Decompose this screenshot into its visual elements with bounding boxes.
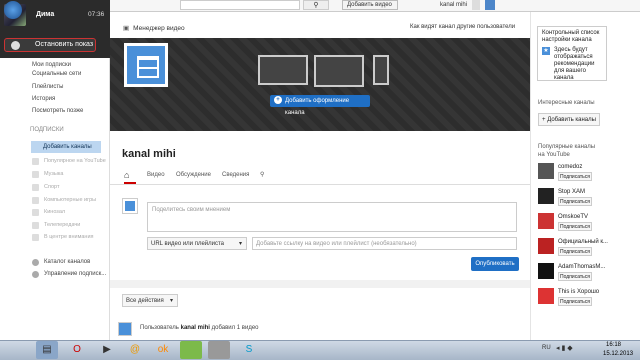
mail-agent-icon[interactable]: @ <box>124 341 146 359</box>
guide-link-social[interactable]: Социальные сети <box>32 71 81 77</box>
media-player-icon[interactable]: ▶ <box>96 341 118 359</box>
channel-tabs: ⌂ Видео Обсуждение Сведения ⚲ <box>110 165 530 185</box>
subscribe-button[interactable]: Подписаться <box>558 247 592 256</box>
top-user-name[interactable]: kanal mihi <box>440 2 467 8</box>
add-channel-art-button[interactable]: Добавить оформление канала <box>270 95 370 116</box>
subscribe-button[interactable]: Подписаться <box>558 272 592 281</box>
start-button[interactable] <box>4 1 22 19</box>
popular-channel: OmskoeTV Подписаться <box>538 213 628 235</box>
notifications-icon[interactable] <box>472 0 480 10</box>
stop-show-button[interactable]: Остановить показ <box>4 38 96 52</box>
guide-link-watch-later[interactable]: Посмотреть позже <box>32 108 83 114</box>
popular-channel: Stop ХАМ Подписаться <box>538 188 628 210</box>
view-as-link[interactable]: Как видят канал другие пользователи <box>410 24 515 30</box>
games-icon <box>32 197 39 204</box>
all-actions-select[interactable]: Все действия <box>122 294 178 307</box>
tab-videos[interactable]: Видео <box>147 172 165 178</box>
channel-name-link[interactable]: comedoz <box>558 164 582 170</box>
stop-show-label: Остановить показ <box>35 41 94 48</box>
search-icon: ⚲ <box>313 2 319 9</box>
tv-preview-icon <box>314 55 364 87</box>
clock-time[interactable]: 16:18 <box>606 342 621 348</box>
opera-icon[interactable]: O <box>66 341 88 359</box>
channel-thumb[interactable] <box>538 163 554 179</box>
mobile-preview-icon <box>373 55 389 85</box>
channel-name-link[interactable]: OmskoeTV <box>558 214 588 220</box>
gear-icon <box>32 271 39 278</box>
popular-channel: AdamThomasM... Подписаться <box>538 263 628 285</box>
top-avatar[interactable] <box>485 0 495 10</box>
feed-item-text: Пользователь kanal mihi добавил 1 видео <box>140 325 259 331</box>
feed-avatar <box>118 322 132 336</box>
tv-icon <box>32 222 39 229</box>
search-input[interactable] <box>180 0 300 10</box>
channel-thumb[interactable] <box>538 238 554 254</box>
language-indicator[interactable]: RU <box>542 345 551 351</box>
publish-button[interactable]: Опубликовать <box>471 257 519 271</box>
game-icon[interactable] <box>180 341 202 359</box>
tab-discussion[interactable]: Обсуждение <box>176 172 211 178</box>
feed-user-link[interactable]: kanal mihi <box>181 325 210 331</box>
search-button[interactable]: ⚲ <box>303 0 329 10</box>
channel-thumb[interactable] <box>538 263 554 279</box>
sport-icon <box>32 184 39 191</box>
interesting-add-button[interactable]: + Добавить каналы <box>538 113 600 126</box>
guide-link-subscriptions[interactable]: Мои подписки <box>32 62 71 68</box>
channel-icon[interactable] <box>124 43 168 87</box>
subscribe-button[interactable]: Подписаться <box>558 197 592 206</box>
video-manager-link[interactable]: Менеджер видео <box>123 24 184 32</box>
subscribe-button[interactable]: Подписаться <box>558 172 592 181</box>
poster-avatar <box>122 198 138 214</box>
checklist-title: Контрольный список настройки канала <box>542 30 600 43</box>
user-name: Дима <box>36 11 55 18</box>
guide-link-history[interactable]: История <box>32 96 55 102</box>
channel-icon <box>32 158 39 165</box>
star-icon: ★ <box>542 47 550 55</box>
clock-date[interactable]: 15.12.2013 <box>603 351 633 357</box>
film-icon <box>32 209 39 216</box>
skype-icon[interactable]: S <box>238 341 260 359</box>
interesting-channels-heading: Интересные каналы <box>538 100 595 106</box>
channel-name-link[interactable]: Stop ХАМ <box>558 189 585 195</box>
channel-name: kanal mihi <box>122 148 176 160</box>
channel-name-link[interactable]: Официальный к... <box>558 239 608 245</box>
user-time: 07:36 <box>88 11 105 18</box>
tab-about[interactable]: Сведения <box>222 172 249 178</box>
catalog-icon <box>32 259 39 266</box>
channel-thumb[interactable] <box>538 188 554 204</box>
spotlight-icon <box>32 234 39 241</box>
explorer-icon[interactable]: ▤ <box>36 341 58 359</box>
add-channels-button[interactable]: Добавить каналы <box>31 141 101 153</box>
app-icon[interactable] <box>208 341 230 359</box>
desktop-preview-icon <box>258 55 308 85</box>
feed-separator <box>110 280 530 288</box>
guide-link-playlists[interactable]: Плейлисты <box>32 84 63 90</box>
upload-button[interactable]: Добавить видео <box>342 0 398 10</box>
popular-channels-heading: Популярные каналы на YouTube <box>538 144 596 158</box>
search-icon[interactable]: ⚲ <box>260 171 264 178</box>
share-input[interactable]: Поделитесь своим мнением <box>147 202 517 232</box>
music-icon <box>32 171 39 178</box>
subscriptions-heading: ПОДПИСКИ <box>30 127 64 133</box>
channel-thumb[interactable] <box>538 288 554 304</box>
stop-icon <box>11 41 20 50</box>
channel-checklist: Контрольный список настройки канала ★ Зд… <box>537 26 607 81</box>
subscribe-button[interactable]: Подписаться <box>558 222 592 231</box>
playlist-url-select[interactable]: URL видео или плейлиста <box>147 237 247 250</box>
link-input[interactable]: Добавьте ссылку на видео или плейлист (н… <box>252 237 517 250</box>
tray-icons[interactable]: ◂ ▮ ◆ <box>556 344 573 352</box>
subscribe-button[interactable]: Подписаться <box>558 297 592 306</box>
popular-channel: Официальный к... Подписаться <box>538 238 628 260</box>
channel-name-link[interactable]: AdamThomasM... <box>558 264 605 270</box>
popular-channel: comedoz Подписаться <box>538 163 628 185</box>
checklist-text: Здесь будут отображаться рекомендации дл… <box>554 47 595 81</box>
popular-channel: This is Хорошо Подписаться <box>538 288 628 310</box>
home-tab[interactable]: ⌂ <box>124 170 136 184</box>
odnoklassniki-icon[interactable]: ok <box>152 341 174 359</box>
channel-name-link[interactable]: This is Хорошо <box>558 289 599 295</box>
channel-thumb[interactable] <box>538 213 554 229</box>
